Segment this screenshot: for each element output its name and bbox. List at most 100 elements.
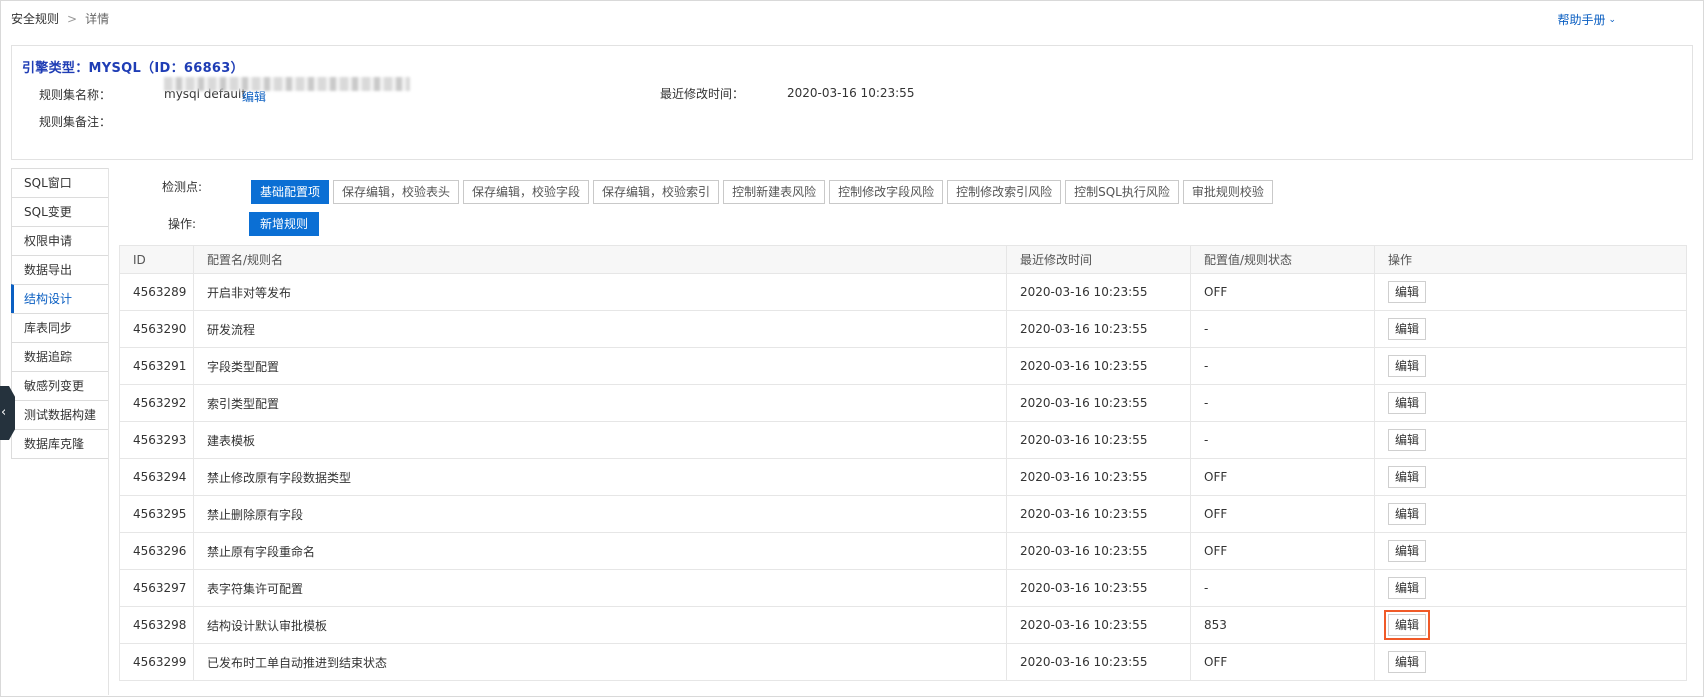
cell-id: 4563298 — [119, 606, 194, 644]
collapse-sidebar-icon[interactable]: ‹ — [0, 386, 15, 440]
checkpoints-label: 检测点: — [162, 180, 203, 194]
edit-button-highlighted[interactable]: 编辑 — [1383, 610, 1431, 640]
cell-name: 结构设计默认审批模板 — [193, 606, 1007, 644]
cell-value: OFF — [1190, 495, 1375, 533]
engine-title: 引擎类型：MYSQL（ID：66863） — [22, 61, 244, 76]
cell-value: OFF — [1190, 458, 1375, 496]
table-row: 4563297 表字符集许可配置 2020-03-16 10:23:55 - 编… — [119, 569, 1687, 607]
breadcrumb-root[interactable]: 安全规则 — [11, 10, 59, 27]
cell-action: 编辑 — [1374, 569, 1687, 607]
cell-name: 禁止原有字段重命名 — [193, 532, 1007, 570]
help-manual-label: 帮助手册 — [1557, 13, 1606, 27]
cell-name: 禁止删除原有字段 — [193, 495, 1007, 533]
breadcrumb-current: 详情 — [85, 12, 110, 26]
cell-name: 建表模板 — [193, 421, 1007, 459]
breadcrumb: 安全规则 > 详情 — [11, 10, 109, 27]
add-rule-button[interactable]: 新增规则 — [249, 212, 320, 236]
table-row: 4563294 禁止修改原有字段数据类型 2020-03-16 10:23:55… — [119, 458, 1687, 496]
sidenav-item-sensitive-column-change[interactable]: 敏感列变更 — [11, 371, 109, 400]
cell-action: 编辑 — [1374, 384, 1687, 422]
edit-button[interactable]: 编辑 — [1388, 466, 1427, 488]
sidenav-item-permission-request[interactable]: 权限申请 — [11, 226, 109, 255]
checkpoint-tab-validate-index[interactable]: 保存编辑，校验索引 — [593, 180, 720, 204]
column-header-value: 配置值/规则状态 — [1190, 245, 1375, 274]
column-header-action: 操作 — [1374, 245, 1687, 274]
cell-modified: 2020-03-16 10:23:55 — [1006, 606, 1191, 644]
table-row: 4563298 结构设计默认审批模板 2020-03-16 10:23:55 8… — [119, 606, 1687, 644]
sidenav-item-sql-change[interactable]: SQL变更 — [11, 197, 109, 226]
table-row: 4563296 禁止原有字段重命名 2020-03-16 10:23:55 OF… — [119, 532, 1687, 570]
side-nav: SQL窗口 SQL变更 权限申请 数据导出 结构设计 库表同步 数据追踪 敏感列… — [11, 168, 109, 459]
cell-action: 编辑 — [1374, 421, 1687, 459]
cell-modified: 2020-03-16 10:23:55 — [1006, 458, 1191, 496]
cell-value: - — [1190, 569, 1375, 607]
cell-action: 编辑 — [1374, 310, 1687, 348]
cell-action: 编辑 — [1374, 347, 1687, 385]
edit-button[interactable]: 编辑 — [1388, 540, 1427, 562]
table-row: 4563290 研发流程 2020-03-16 10:23:55 - 编辑 — [119, 310, 1687, 348]
cell-id: 4563297 — [119, 569, 194, 607]
edit-button[interactable]: 编辑 — [1388, 503, 1427, 525]
cell-name: 禁止修改原有字段数据类型 — [193, 458, 1007, 496]
sidenav-item-data-export[interactable]: 数据导出 — [11, 255, 109, 284]
cell-id: 4563292 — [119, 384, 194, 422]
rule-set-name-label: 规则集名称： — [39, 88, 112, 102]
checkpoint-tab-validate-field[interactable]: 保存编辑，校验字段 — [463, 180, 590, 204]
cell-name: 表字符集许可配置 — [193, 569, 1007, 607]
remark-redacted-value — [164, 77, 410, 91]
sidenav-item-table-sync[interactable]: 库表同步 — [11, 313, 109, 342]
checkpoint-tab-create-table-risk[interactable]: 控制新建表风险 — [723, 180, 826, 204]
cell-id: 4563294 — [119, 458, 194, 496]
cell-name: 索引类型配置 — [193, 384, 1007, 422]
edit-button[interactable]: 编辑 — [1388, 429, 1427, 451]
cell-action: 编辑 — [1374, 495, 1687, 533]
cell-name: 字段类型配置 — [193, 347, 1007, 385]
checkpoint-tab-modify-field-risk[interactable]: 控制修改字段风险 — [829, 180, 944, 204]
checkpoint-tabs: 基础配置项 保存编辑，校验表头 保存编辑，校验字段 保存编辑，校验索引 控制新建… — [251, 180, 1273, 204]
edit-button[interactable]: 编辑 — [1388, 355, 1427, 377]
cell-value: - — [1190, 384, 1375, 422]
cell-id: 4563289 — [119, 273, 194, 311]
sidenav-item-structure-design[interactable]: 结构设计 — [11, 284, 109, 313]
edit-button[interactable]: 编辑 — [1388, 392, 1427, 414]
edit-button[interactable]: 编辑 — [1388, 281, 1427, 303]
table-row: 4563291 字段类型配置 2020-03-16 10:23:55 - 编辑 — [119, 347, 1687, 385]
table-row: 4563295 禁止删除原有字段 2020-03-16 10:23:55 OFF… — [119, 495, 1687, 533]
cell-id: 4563295 — [119, 495, 194, 533]
cell-modified: 2020-03-16 10:23:55 — [1006, 569, 1191, 607]
column-header-id: ID — [119, 245, 194, 274]
cell-id: 4563296 — [119, 532, 194, 570]
cell-modified: 2020-03-16 10:23:55 — [1006, 421, 1191, 459]
sidenav-item-data-tracking[interactable]: 数据追踪 — [11, 342, 109, 371]
cell-id: 4563293 — [119, 421, 194, 459]
sidenav-item-test-data-build[interactable]: 测试数据构建 — [11, 400, 109, 429]
cell-modified: 2020-03-16 10:23:55 — [1006, 643, 1191, 681]
table-row: 4563289 开启非对等发布 2020-03-16 10:23:55 OFF … — [119, 273, 1687, 311]
cell-modified: 2020-03-16 10:23:55 — [1006, 495, 1191, 533]
checkpoint-tab-validate-header[interactable]: 保存编辑，校验表头 — [333, 180, 460, 204]
cell-id: 4563299 — [119, 643, 194, 681]
sidenav-item-database-clone[interactable]: 数据库克隆 — [11, 429, 109, 459]
edit-button[interactable]: 编辑 — [1388, 318, 1427, 340]
help-manual-link[interactable]: 帮助手册 ⌄ — [1557, 11, 1616, 28]
rules-table: ID 配置名/规则名 最近修改时间 配置值/规则状态 操作 4563289 开启… — [119, 245, 1687, 681]
column-header-name: 配置名/规则名 — [193, 245, 1007, 274]
table-row: 4563292 索引类型配置 2020-03-16 10:23:55 - 编辑 — [119, 384, 1687, 422]
checkpoint-tab-sql-exec-risk[interactable]: 控制SQL执行风险 — [1065, 180, 1179, 204]
cell-name: 开启非对等发布 — [193, 273, 1007, 311]
cell-modified: 2020-03-16 10:23:55 — [1006, 310, 1191, 348]
cell-action: 编辑 — [1374, 606, 1687, 644]
sidenav-item-sql-window[interactable]: SQL窗口 — [11, 168, 109, 197]
operations-label: 操作: — [168, 217, 197, 231]
edit-button[interactable]: 编辑 — [1388, 651, 1427, 673]
checkpoint-tab-basic-config[interactable]: 基础配置项 — [251, 180, 330, 204]
rule-set-remark-label: 规则集备注： — [39, 115, 112, 129]
cell-value: - — [1190, 310, 1375, 348]
edit-button[interactable]: 编辑 — [1388, 577, 1427, 599]
cell-modified: 2020-03-16 10:23:55 — [1006, 347, 1191, 385]
checkpoint-tab-modify-index-risk[interactable]: 控制修改索引风险 — [947, 180, 1062, 204]
checkpoint-tab-approval-rule[interactable]: 审批规则校验 — [1182, 180, 1273, 204]
cell-name: 研发流程 — [193, 310, 1007, 348]
column-header-modified: 最近修改时间 — [1006, 245, 1191, 274]
cell-value: OFF — [1190, 273, 1375, 311]
